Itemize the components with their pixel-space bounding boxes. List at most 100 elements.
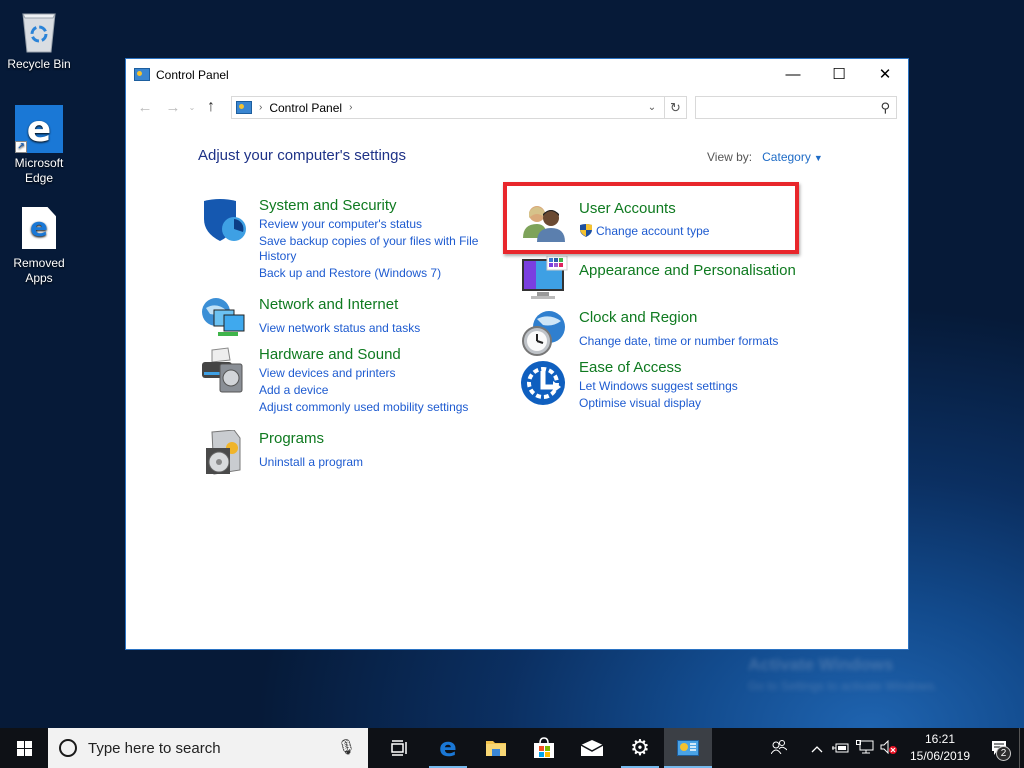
shortcut-arrow-icon: ↗ — [15, 141, 27, 153]
taskbar-settings[interactable]: ⚙ — [616, 728, 664, 768]
forward-button[interactable]: → — [161, 99, 185, 116]
monitor-palette-icon — [521, 255, 569, 304]
battery-icon[interactable] — [829, 741, 853, 756]
link-backup-restore[interactable]: Back up and Restore (Windows 7) — [259, 265, 441, 281]
refresh-button[interactable]: ↻ — [664, 97, 686, 118]
title-bar[interactable]: Control Panel — ☐ ✕ — [126, 59, 908, 90]
link-review-computer-status[interactable]: Review your computer's status — [259, 216, 422, 232]
show-desktop-button[interactable] — [1019, 728, 1024, 768]
link-file-history[interactable]: Save backup copies of your files with Fi… — [259, 233, 478, 249]
gear-icon: ⚙ — [630, 735, 650, 760]
back-button[interactable]: ← — [133, 99, 157, 116]
document-edge-icon: e — [15, 207, 63, 253]
desktop-icon-label: Removed — [13, 256, 65, 270]
desktop-icon-removed-apps[interactable]: e Removed Apps — [1, 207, 77, 286]
taskbar-search-box[interactable]: Type here to search 🎙 — [48, 728, 368, 768]
volume-muted-icon[interactable] — [877, 739, 901, 757]
category-title[interactable]: Clock and Region — [579, 309, 697, 326]
taskbar-store[interactable] — [520, 728, 568, 768]
up-button[interactable]: ↑ — [199, 98, 223, 116]
desktop-icon-label: Microsoft — [14, 156, 64, 170]
desktop-icon-microsoft-edge[interactable]: e ↗ Microsoft Edge — [1, 105, 77, 186]
taskbar-control-panel[interactable] — [664, 728, 712, 768]
address-bar[interactable]: › Control Panel › ⌄ ↻ — [231, 96, 687, 119]
show-hidden-icons-chevron[interactable] — [805, 741, 829, 756]
search-icon: ⚲ — [880, 100, 890, 115]
desktop-icon-label: Edge — [24, 171, 54, 185]
search-control-panel-input[interactable]: ⚲ — [695, 96, 897, 119]
edge-icon: e ↗ — [15, 105, 63, 153]
system-tray: 16:21 15/06/2019 2 — [767, 728, 1024, 768]
breadcrumb-separator[interactable]: › — [259, 102, 262, 113]
people-icon[interactable] — [767, 739, 791, 757]
link-uninstall-program[interactable]: Uninstall a program — [259, 454, 363, 470]
view-by-label: View by: — [707, 150, 753, 164]
mail-icon — [580, 740, 604, 756]
control-panel-window: Control Panel — ☐ ✕ ← → ⌄ ↑ › Control Pa… — [125, 58, 909, 650]
category-title[interactable]: System and Security — [259, 197, 397, 214]
desktop-icon-label: Recycle Bin — [7, 57, 71, 71]
category-title[interactable]: Programs — [259, 430, 324, 447]
maximize-button[interactable]: ☐ — [816, 59, 862, 89]
taskbar-edge[interactable]: e — [424, 728, 472, 768]
control-panel-icon — [236, 101, 252, 114]
taskbar-file-explorer[interactable] — [472, 728, 520, 768]
windows-logo-icon — [16, 740, 32, 756]
taskbar-mail[interactable] — [568, 728, 616, 768]
link-view-devices-printers[interactable]: View devices and printers — [259, 365, 396, 381]
category-title[interactable]: Hardware and Sound — [259, 346, 401, 363]
link-file-history-continued[interactable]: History — [259, 248, 296, 264]
printer-speaker-icon — [200, 346, 248, 394]
link-mobility-settings[interactable]: Adjust commonly used mobility settings — [259, 399, 468, 415]
page-heading: Adjust your computer's settings — [198, 147, 406, 164]
network-icon[interactable] — [853, 739, 877, 757]
recent-locations-button[interactable]: ⌄ — [185, 103, 199, 112]
highlight-box-user-accounts — [503, 182, 799, 254]
recycle-bin-icon — [20, 8, 58, 54]
ease-of-access-icon — [521, 359, 569, 407]
clock[interactable]: 16:21 15/06/2019 — [901, 731, 979, 765]
minimize-button[interactable]: — — [770, 59, 816, 89]
category-title[interactable]: Appearance and Personalisation — [579, 262, 796, 279]
desktop-icon-label: Apps — [25, 271, 53, 285]
taskbar: Type here to search 🎙 e ⚙ 16:21 15/06/20… — [0, 728, 1024, 768]
search-placeholder: Type here to search — [88, 739, 221, 757]
link-windows-suggest-settings[interactable]: Let Windows suggest settings — [579, 378, 738, 394]
programs-disc-icon — [200, 429, 248, 478]
task-view-button[interactable] — [376, 728, 424, 768]
desktop-icon-recycle-bin[interactable]: Recycle Bin — [1, 8, 77, 72]
watermark-line1: Activate Windows — [748, 655, 894, 674]
task-view-icon — [391, 740, 407, 756]
shield-icon — [200, 197, 248, 245]
link-change-date-time-formats[interactable]: Change date, time or number formats — [579, 333, 778, 349]
view-by: View by: Category ▼ — [707, 150, 823, 164]
view-by-dropdown[interactable]: Category — [762, 150, 811, 164]
breadcrumb-separator[interactable]: › — [349, 102, 352, 113]
address-dropdown-button[interactable]: ⌄ — [644, 97, 660, 118]
activation-watermark: Activate Windows Go to Settings to activ… — [748, 655, 937, 693]
start-button[interactable] — [0, 728, 48, 768]
action-center-button[interactable]: 2 — [979, 728, 1019, 768]
watermark-line2: Go to Settings to activate Windows. — [748, 679, 938, 693]
window-title: Control Panel — [156, 67, 229, 82]
link-optimise-visual-display[interactable]: Optimise visual display — [579, 395, 701, 411]
store-icon — [534, 737, 554, 758]
clock-globe-icon — [521, 309, 569, 357]
category-title[interactable]: Ease of Access — [579, 359, 682, 376]
clock-date: 15/06/2019 — [909, 749, 971, 763]
folder-icon — [486, 741, 506, 756]
control-panel-icon — [677, 740, 699, 756]
breadcrumb-control-panel[interactable]: Control Panel — [269, 101, 342, 115]
notification-count-badge: 2 — [996, 746, 1011, 761]
microphone-icon[interactable]: 🎙 — [337, 738, 356, 756]
clock-time: 16:21 — [924, 732, 956, 746]
dropdown-arrow-icon[interactable]: ▼ — [814, 153, 823, 163]
close-button[interactable]: ✕ — [862, 59, 908, 89]
edge-icon: e — [439, 733, 457, 763]
network-globe-icon — [200, 296, 248, 344]
cortana-icon — [59, 739, 77, 757]
category-title[interactable]: Network and Internet — [259, 296, 398, 313]
link-add-device[interactable]: Add a device — [259, 382, 328, 398]
navigation-bar: ← → ⌄ ↑ › Control Panel › ⌄ ↻ ⚲ — [126, 90, 908, 124]
link-view-network-status[interactable]: View network status and tasks — [259, 320, 420, 336]
